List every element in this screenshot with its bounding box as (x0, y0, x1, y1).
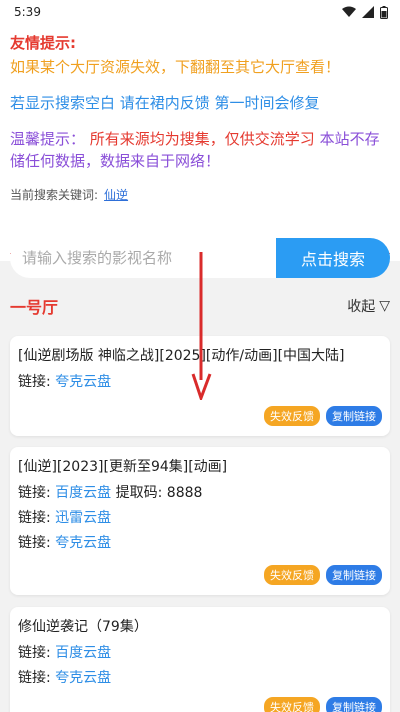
keyword-row: 当前搜索关键词: 仙逆 (10, 186, 390, 203)
notice-line-feedback: 若显示搜索空白 请在裙内反馈 第一时间会修复 (10, 94, 320, 112)
link-label: 链接: (18, 670, 51, 686)
collapse-label: 收起 (347, 299, 376, 315)
search-input[interactable] (10, 238, 276, 278)
link-label: 链接: (18, 510, 51, 526)
link-row: 链接: 夸克云盘 (18, 669, 382, 687)
status-time: 5:39 (14, 5, 41, 19)
provider-link[interactable]: 夸克云盘 (55, 670, 111, 686)
notice-title: 友情提示: (10, 34, 76, 52)
chevron-down-icon: ▽ (379, 298, 390, 314)
status-icons (342, 5, 388, 19)
keyword-label: 当前搜索关键词: (10, 188, 99, 202)
provider-link[interactable]: 百度云盘 (55, 485, 111, 501)
link-row: 链接: 夸克云盘 (18, 534, 382, 552)
search-bar: 点击搜索 (10, 238, 390, 278)
hall-header: 一号厅 收起 ▽ (10, 294, 390, 318)
card-actions: 失效反馈 复制链接 (264, 565, 382, 585)
link-row: 链接: 百度云盘 (18, 644, 382, 662)
result-card: [仙逆][2023][更新至94集][动画] 链接: 百度云盘 提取码: 888… (10, 447, 390, 595)
feedback-button[interactable]: 失效反馈 (264, 697, 320, 712)
feedback-button[interactable]: 失效反馈 (264, 406, 320, 426)
warm-prefix: 温馨提示： (10, 130, 86, 148)
copy-link-button[interactable]: 复制链接 (326, 697, 382, 712)
link-label: 链接: (18, 535, 51, 551)
signal-icon (362, 6, 374, 18)
notice-warm: 温馨提示： 所有来源均为搜集，仅供交流学习 本站不存储任何数据，数据来自于网络！ (10, 128, 390, 172)
provider-link[interactable]: 夸克云盘 (55, 374, 111, 390)
result-card: [仙逆剧场版 神临之战][2025][动作/动画][中国大陆] 链接: 夸克云盘… (10, 336, 390, 436)
link-label: 链接: (18, 485, 51, 501)
link-row: 链接: 迅雷云盘 (18, 509, 382, 527)
hall-title: 一号厅 (10, 298, 59, 317)
card-actions: 失效反馈 复制链接 (264, 697, 382, 712)
provider-link[interactable]: 迅雷云盘 (55, 510, 111, 526)
result-card: 修仙逆袭记（79集） 链接: 百度云盘 链接: 夸克云盘 失效反馈 复制链接 (10, 607, 390, 712)
card-title: [仙逆][2023][更新至94集][动画] (18, 459, 228, 475)
search-button[interactable]: 点击搜索 (276, 238, 390, 278)
status-bar: 5:39 (0, 0, 400, 24)
wifi-icon (342, 6, 356, 17)
copy-link-button[interactable]: 复制链接 (326, 565, 382, 585)
link-row: 链接: 百度云盘 提取码: 8888 (18, 484, 382, 502)
provider-link[interactable]: 夸克云盘 (55, 535, 111, 551)
card-title: [仙逆剧场版 神临之战][2025][动作/动画][中国大陆] (18, 348, 345, 364)
extract-code: 提取码: 8888 (115, 485, 203, 501)
card-actions: 失效反馈 复制链接 (264, 406, 382, 426)
collapse-button[interactable]: 收起 ▽ (347, 296, 390, 316)
provider-link[interactable]: 百度云盘 (55, 645, 111, 661)
link-label: 链接: (18, 374, 51, 390)
warm-red-text: 所有来源均为搜集，仅供交流学习 (89, 130, 315, 148)
link-label: 链接: (18, 645, 51, 661)
feedback-button[interactable]: 失效反馈 (264, 565, 320, 585)
link-row: 链接: 夸克云盘 (18, 373, 382, 391)
notice-panel: 友情提示: 如果某个大厅资源失效，下翻翻至其它大厅查看！ 若显示搜索空白 请在裙… (0, 24, 400, 261)
copy-link-button[interactable]: 复制链接 (326, 406, 382, 426)
battery-icon (380, 5, 388, 19)
card-title: 修仙逆袭记（79集） (18, 619, 148, 635)
keyword-link[interactable]: 仙逆 (104, 188, 128, 202)
notice-line-resource: 如果某个大厅资源失效，下翻翻至其它大厅查看！ (10, 58, 341, 76)
